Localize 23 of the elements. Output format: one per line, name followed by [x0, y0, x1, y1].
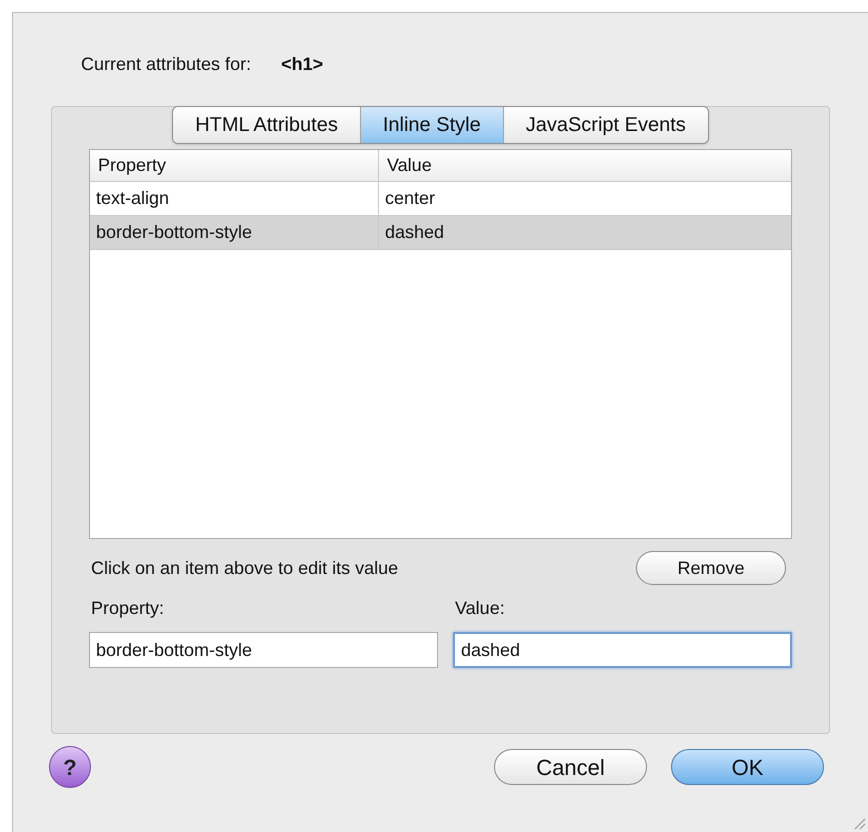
help-button[interactable]: ?: [49, 746, 91, 788]
tab[interactable]: JavaScript Events: [502, 107, 708, 143]
field-label: Value:: [455, 597, 506, 620]
element-name: <h1>: [281, 53, 324, 76]
table-row[interactable]: border-bottom-style dashed: [90, 216, 791, 250]
table-row[interactable]: text-align center: [90, 182, 791, 216]
column-header[interactable]: Property: [90, 150, 379, 181]
ok-button[interactable]: OK: [671, 749, 824, 785]
resize-grip-icon[interactable]: [852, 816, 866, 830]
tab[interactable]: Inline Style: [360, 107, 503, 143]
hint-text: Click on an item above to edit its value: [91, 556, 398, 580]
input-field[interactable]: border-bottom-style: [89, 632, 438, 668]
table-cell-text: center: [384, 187, 436, 210]
cancel-button[interactable]: Cancel: [494, 749, 647, 785]
input-field[interactable]: dashed: [453, 632, 792, 668]
table-cell: border-bottom-style: [90, 216, 379, 249]
remove-button[interactable]: Remove: [636, 551, 786, 585]
table-cell: text-align: [90, 182, 379, 215]
column-header[interactable]: Value: [379, 150, 791, 181]
field-label: Property:: [91, 597, 166, 620]
header-label: Current attributes for:: [81, 53, 252, 76]
table-cell-text: dashed: [384, 221, 446, 244]
tab[interactable]: HTML Attributes: [173, 107, 360, 143]
